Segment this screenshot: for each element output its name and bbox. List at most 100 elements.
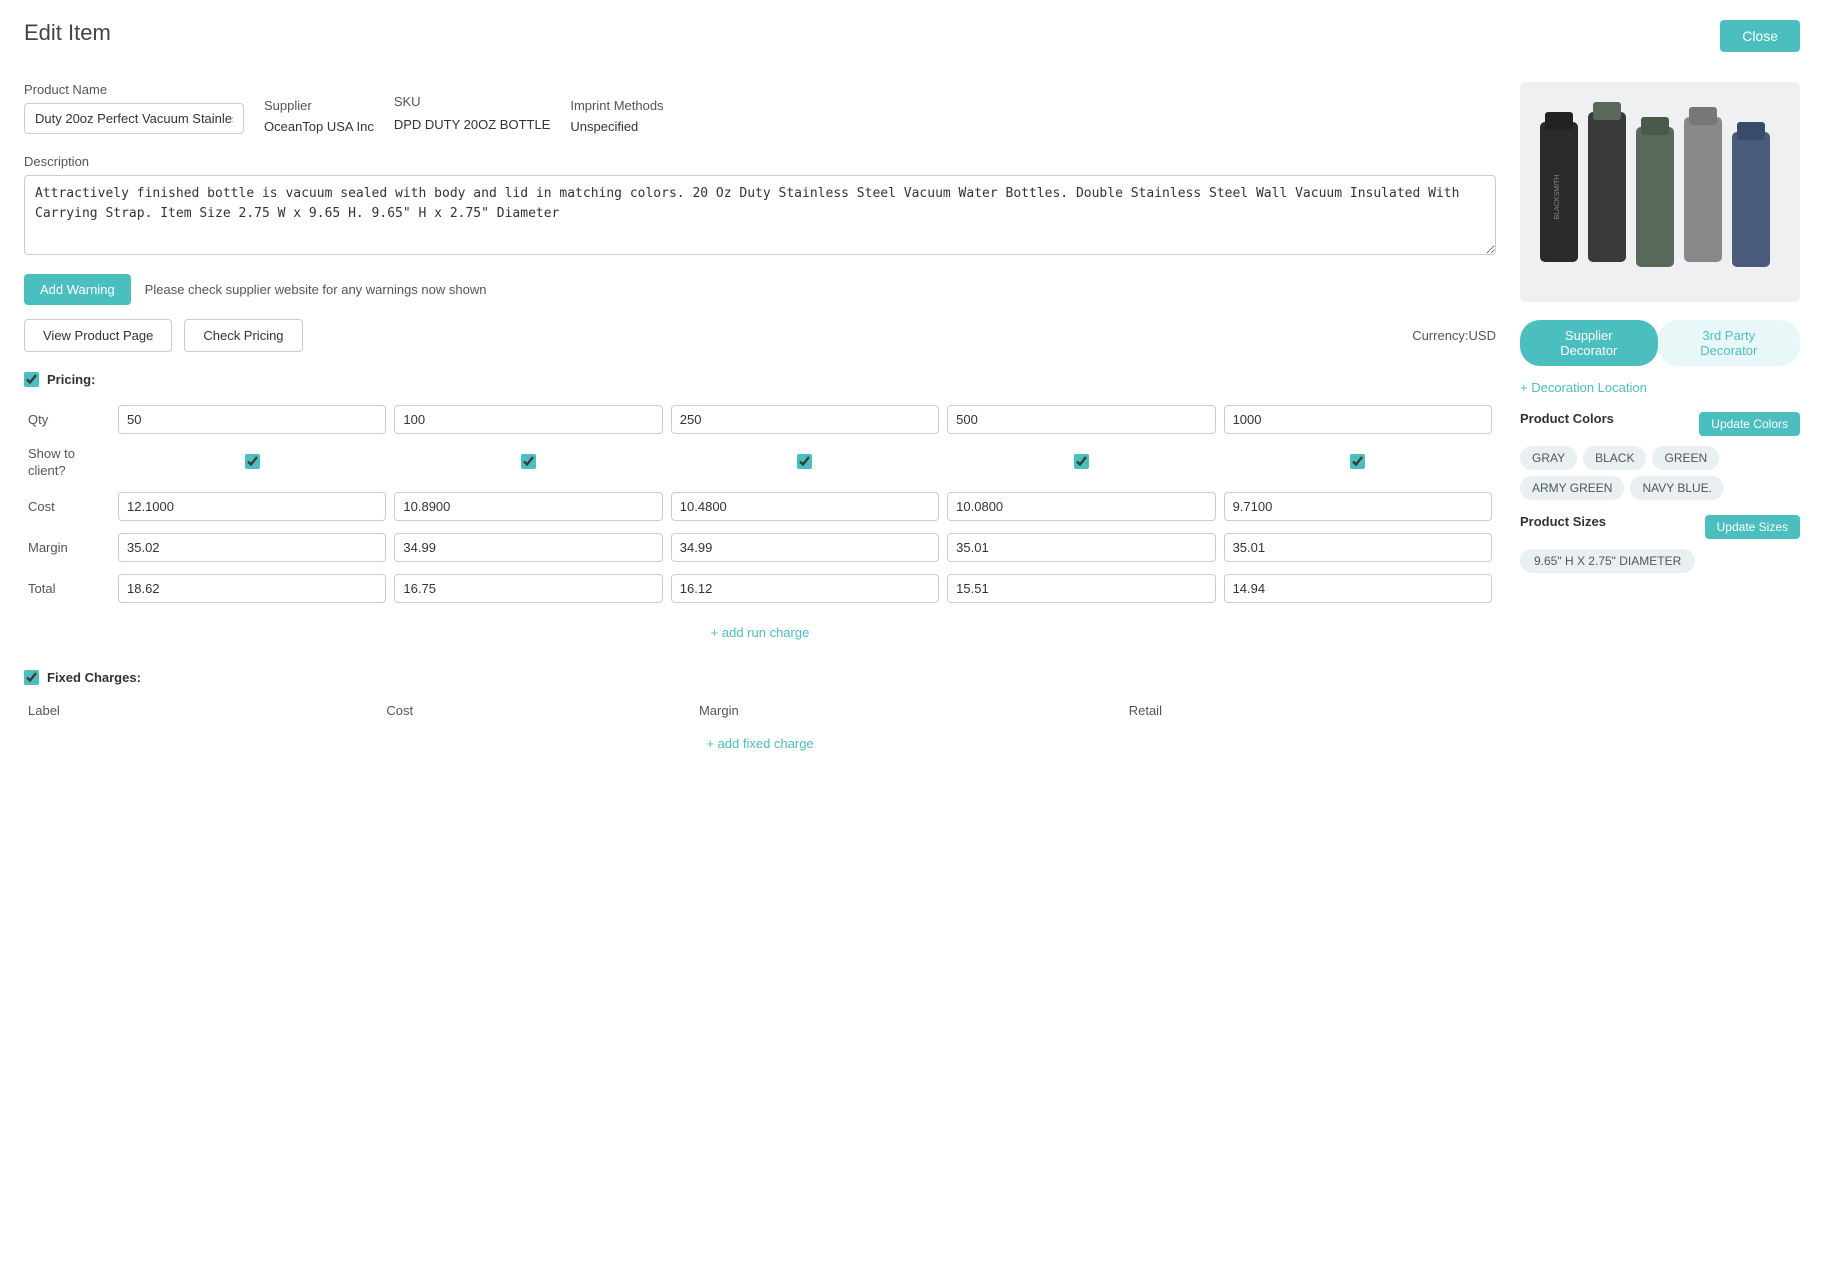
show-client-cell xyxy=(1220,440,1496,486)
cost-label: Cost xyxy=(24,486,114,527)
total-input-4[interactable] xyxy=(1224,574,1492,603)
qty-input-1[interactable] xyxy=(394,405,662,434)
margin-input-3[interactable] xyxy=(947,533,1215,562)
qty-label: Qty xyxy=(24,399,114,440)
product-fields: Product Name Supplier OceanTop USA Inc S… xyxy=(24,82,1496,134)
size-tags-container: 9.65" H X 2.75" DIAMETER xyxy=(1520,549,1800,573)
pricing-table: QtyShow to client?CostMarginTotal xyxy=(24,399,1496,609)
show-client-cell xyxy=(943,440,1219,486)
qty-input-4[interactable] xyxy=(1224,405,1492,434)
bottle-illustration: BLACKSMITH xyxy=(1520,82,1800,302)
show-client-checkbox-4[interactable] xyxy=(1350,454,1365,469)
qty-input-2[interactable] xyxy=(671,405,939,434)
product-colors-row: Product Colors Update Colors xyxy=(1520,411,1800,436)
margin-input-1[interactable] xyxy=(394,533,662,562)
right-col: BLACKSMITH xyxy=(1520,82,1800,763)
total-cell xyxy=(943,568,1219,609)
fixed-charges-header: Fixed Charges: xyxy=(24,670,1496,685)
size-tag-0: 9.65" H X 2.75" DIAMETER xyxy=(1520,549,1695,573)
currency-label: Currency:USD xyxy=(1412,328,1496,343)
check-pricing-button[interactable]: Check Pricing xyxy=(184,319,302,352)
bottles-svg: BLACKSMITH xyxy=(1530,92,1790,292)
main-layout: Product Name Supplier OceanTop USA Inc S… xyxy=(24,82,1800,763)
add-warning-button[interactable]: Add Warning xyxy=(24,274,131,305)
close-button[interactable]: Close xyxy=(1720,20,1800,52)
action-buttons: View Product Page Check Pricing xyxy=(24,319,303,352)
fixed-charges-title: Fixed Charges: xyxy=(47,670,141,685)
show-client-cell xyxy=(667,440,943,486)
margin-cell xyxy=(667,527,943,568)
qty-input-3[interactable] xyxy=(947,405,1215,434)
fixed-charges-checkbox[interactable] xyxy=(24,670,39,685)
supplier-decorator-tab[interactable]: Supplier Decorator xyxy=(1520,320,1658,366)
view-product-page-button[interactable]: View Product Page xyxy=(24,319,172,352)
fc-cost-col: Cost xyxy=(382,697,695,724)
pricing-checkbox[interactable] xyxy=(24,372,39,387)
margin-cell xyxy=(390,527,666,568)
qty-cell xyxy=(114,399,390,440)
total-cell xyxy=(667,568,943,609)
cost-cell xyxy=(667,486,943,527)
margin-cell xyxy=(1220,527,1496,568)
sku-value: DPD DUTY 20OZ BOTTLE xyxy=(394,115,551,135)
third-party-decorator-tab[interactable]: 3rd Party Decorator xyxy=(1658,320,1800,366)
show-client-checkbox-3[interactable] xyxy=(1074,454,1089,469)
fc-retail-col: Retail xyxy=(1125,697,1496,724)
add-run-charge-link[interactable]: + add run charge xyxy=(24,615,1496,650)
fc-label-col: Label xyxy=(24,697,382,724)
product-name-input[interactable] xyxy=(24,103,244,134)
svg-text:BLACKSMITH: BLACKSMITH xyxy=(1554,175,1561,220)
cost-input-2[interactable] xyxy=(671,492,939,521)
show-client-checkbox-0[interactable] xyxy=(245,454,260,469)
total-input-2[interactable] xyxy=(671,574,939,603)
total-cell xyxy=(390,568,666,609)
imprint-label: Imprint Methods xyxy=(570,98,663,113)
update-colors-button[interactable]: Update Colors xyxy=(1699,412,1800,436)
cost-cell xyxy=(943,486,1219,527)
margin-cell xyxy=(943,527,1219,568)
product-name-label: Product Name xyxy=(24,82,244,97)
warning-row: Add Warning Please check supplier websit… xyxy=(24,274,1496,305)
warning-text: Please check supplier website for any wa… xyxy=(145,282,487,297)
description-section: Description Attractively finished bottle… xyxy=(24,154,1496,258)
total-input-1[interactable] xyxy=(394,574,662,603)
color-tag-3: ARMY GREEN xyxy=(1520,476,1624,500)
margin-input-4[interactable] xyxy=(1224,533,1492,562)
color-tag-2: GREEN xyxy=(1652,446,1719,470)
supplier-group: Supplier OceanTop USA Inc xyxy=(264,98,374,134)
show-client-checkbox-2[interactable] xyxy=(797,454,812,469)
margin-input-0[interactable] xyxy=(118,533,386,562)
color-tag-4: NAVY BLUE. xyxy=(1630,476,1724,500)
cost-input-1[interactable] xyxy=(394,492,662,521)
color-tags-container: GRAYBLACKGREEN ARMY GREENNAVY BLUE. xyxy=(1520,446,1800,500)
add-fixed-charge-link[interactable]: + add fixed charge xyxy=(24,724,1496,763)
qty-input-0[interactable] xyxy=(118,405,386,434)
total-input-3[interactable] xyxy=(947,574,1215,603)
imprint-value: Unspecified xyxy=(570,119,663,134)
show-client-cell xyxy=(114,440,390,486)
currency-display: Currency:USD xyxy=(1412,328,1496,343)
imprint-group: Imprint Methods Unspecified xyxy=(570,98,663,134)
qty-cell xyxy=(943,399,1219,440)
margin-input-2[interactable] xyxy=(671,533,939,562)
cost-input-3[interactable] xyxy=(947,492,1215,521)
update-sizes-button[interactable]: Update Sizes xyxy=(1705,515,1800,539)
header-row: Edit Item Close xyxy=(24,20,1800,52)
supplier-label: Supplier xyxy=(264,98,374,113)
color-tag-0: GRAY xyxy=(1520,446,1577,470)
show-client-checkbox-1[interactable] xyxy=(521,454,536,469)
product-image: BLACKSMITH xyxy=(1520,82,1800,302)
fixed-charges-section: Fixed Charges: Label Cost Margin Retail … xyxy=(24,670,1496,763)
page-wrapper: Edit Item Close Product Name Supplier Oc… xyxy=(0,0,1824,1267)
show-client-cell xyxy=(390,440,666,486)
color-tag-1: BLACK xyxy=(1583,446,1646,470)
decorator-tabs: Supplier Decorator 3rd Party Decorator xyxy=(1520,320,1800,366)
sku-group: SKU DPD DUTY 20OZ BOTTLE xyxy=(394,94,551,135)
total-input-0[interactable] xyxy=(118,574,386,603)
decoration-location-link[interactable]: + Decoration Location xyxy=(1520,380,1800,395)
cost-input-4[interactable] xyxy=(1224,492,1492,521)
sku-label: SKU xyxy=(394,94,551,109)
cost-cell xyxy=(390,486,666,527)
cost-input-0[interactable] xyxy=(118,492,386,521)
description-textarea[interactable]: Attractively finished bottle is vacuum s… xyxy=(24,175,1496,255)
